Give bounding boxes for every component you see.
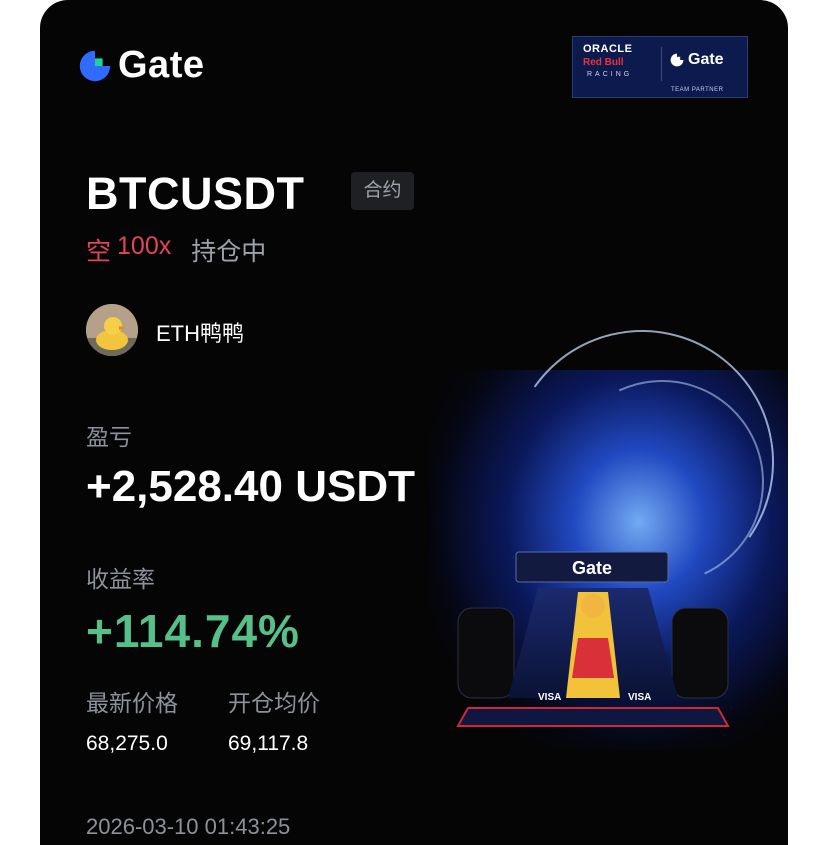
partner-gate-logo: Gate	[669, 51, 724, 69]
roi-value: +114.74%	[86, 605, 300, 657]
latest-price-label: 最新价格	[86, 690, 178, 716]
pnl-label: 盈亏	[86, 424, 132, 450]
racing-text: RACING	[587, 71, 633, 78]
share-card: Gate VISA VISA Gate ORACLE Red Bull RACI…	[40, 0, 788, 845]
gate-logo-icon	[670, 53, 684, 67]
oracle-text: ORACLE	[583, 43, 633, 55]
svg-text:VISA: VISA	[538, 692, 561, 703]
badge-divider	[661, 47, 662, 81]
brand-name: Gate	[118, 44, 205, 86]
position-info: 空 100x 持仓中	[86, 232, 266, 268]
redbull-text: Red Bull	[583, 57, 624, 68]
position-direction: 空	[86, 238, 112, 266]
svg-text:VISA: VISA	[628, 692, 651, 703]
team-partner-text: TEAM PARTNER	[671, 87, 724, 93]
roi-label: 收益率	[86, 566, 155, 592]
team-partner-badge: ORACLE Red Bull RACING Gate TEAM PARTNER	[572, 36, 748, 98]
entry-price-label: 开仓均价	[228, 690, 320, 716]
duck-avatar-icon	[86, 304, 138, 356]
partner-gate-text: Gate	[688, 51, 724, 68]
gate-logo: Gate	[76, 44, 204, 87]
avatar	[86, 304, 138, 356]
svg-text:Gate: Gate	[572, 558, 612, 578]
f1-car-image: Gate VISA VISA	[456, 551, 730, 727]
entry-price-value: 69,117.8	[228, 732, 309, 755]
contract-type-tag: 合约	[351, 172, 414, 210]
pnl-value: +2,528.40 USDT	[86, 462, 415, 511]
timestamp: 2026-03-10 01:43:25	[86, 814, 291, 839]
gate-logo-icon	[79, 50, 111, 81]
username: ETH鸭鸭	[156, 321, 245, 346]
trading-pair: BTCUSDT	[86, 168, 305, 219]
latest-price-value: 68,275.0	[86, 732, 168, 755]
leverage: 100x	[117, 232, 172, 260]
position-status: 持仓中	[191, 238, 267, 266]
